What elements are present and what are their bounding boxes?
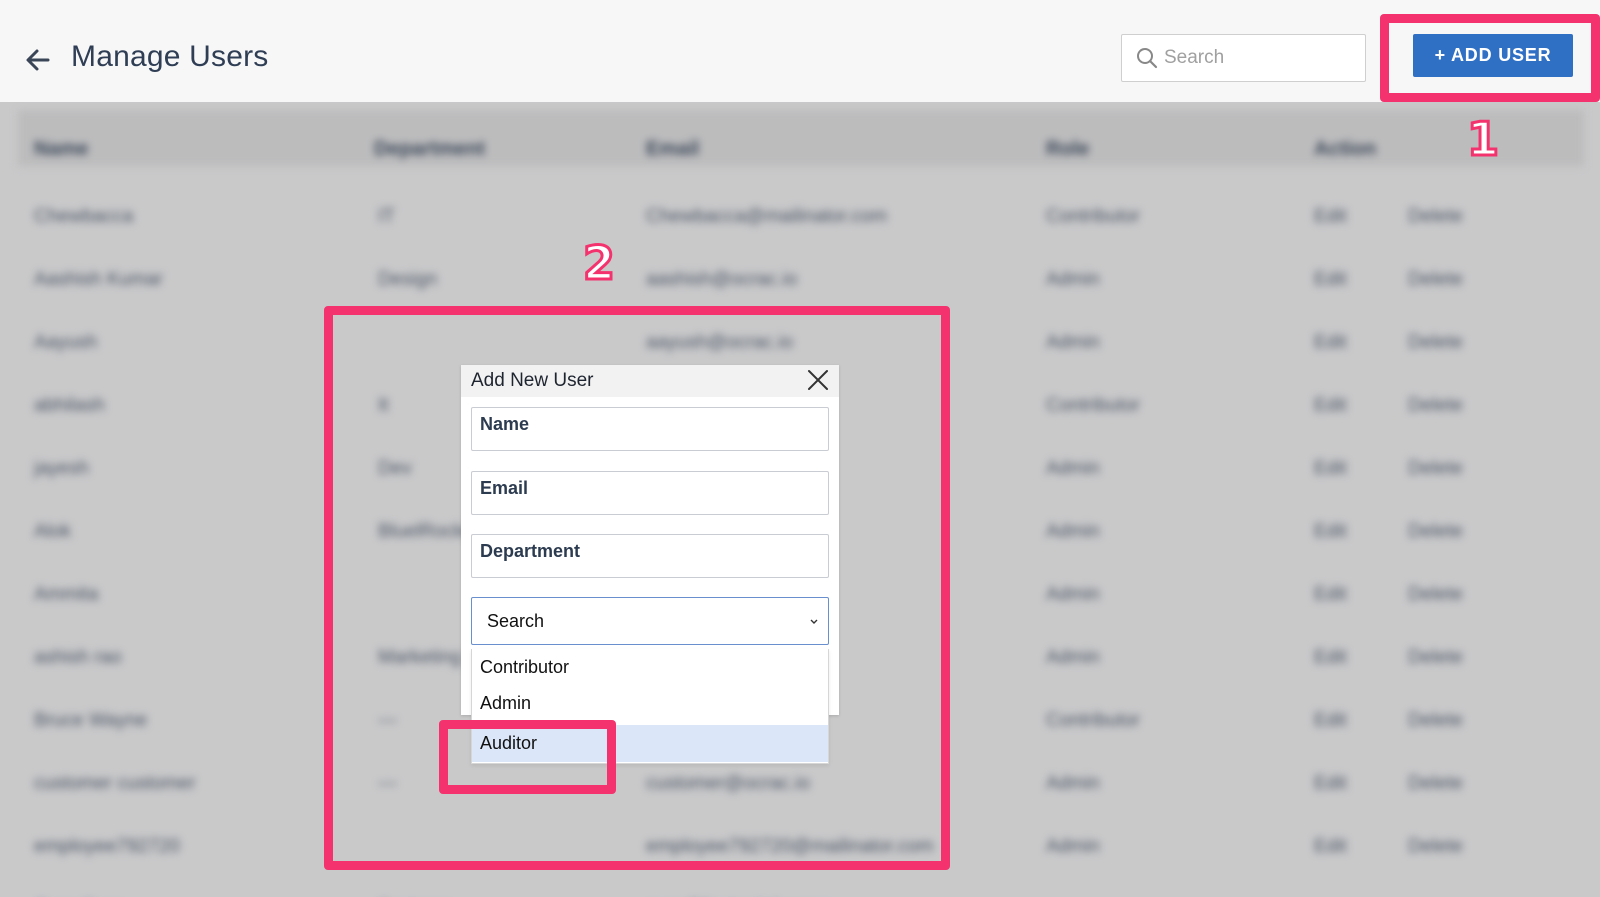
- cell-name: ashish rao: [34, 647, 122, 668]
- cell-role: Admin: [1046, 584, 1100, 605]
- cell-edit[interactable]: Edit: [1314, 836, 1347, 858]
- cell-role: Admin: [1046, 332, 1100, 353]
- annotation-label-1: 1: [1465, 111, 1500, 168]
- annotation-label-2: 2: [581, 235, 616, 292]
- cell-name: abhilash: [34, 395, 105, 416]
- cell-name: Aashish Kumar: [34, 269, 163, 290]
- cell-edit[interactable]: Edit: [1314, 773, 1347, 795]
- search-input[interactable]: [1164, 43, 1354, 73]
- page-title: Manage Users: [71, 40, 269, 73]
- search-icon: [1137, 48, 1158, 69]
- table-row: Aashish Kumar Design aashish@ocrac.io Admin…: [18, 249, 1584, 309]
- cell-name: Ammita: [34, 584, 99, 605]
- cell-role: Admin: [1046, 269, 1100, 290]
- cell-edit[interactable]: Edit: [1314, 269, 1347, 291]
- cell-del[interactable]: Delete: [1408, 521, 1463, 543]
- cell-edit[interactable]: Edit: [1314, 206, 1347, 228]
- cell-name: Bruce Wayne: [34, 710, 148, 731]
- cell-name: customer customer: [34, 773, 196, 794]
- cell-dept: Design: [378, 269, 438, 290]
- cell-del[interactable]: Delete: [1408, 458, 1463, 480]
- cell-edit[interactable]: Edit: [1314, 647, 1347, 669]
- cell-edit[interactable]: Edit: [1314, 710, 1347, 732]
- cell-role: Contributor: [1046, 395, 1140, 416]
- cell-name: Chewbacca: [34, 206, 134, 227]
- cell-del[interactable]: Delete: [1408, 647, 1463, 669]
- table-row: Guru GuruSystemsguru@fantasticlo.com: [18, 879, 1584, 897]
- cell-del[interactable]: Delete: [1408, 269, 1463, 291]
- col-name: Name: [34, 138, 89, 160]
- cell-name: Aayush: [34, 332, 98, 353]
- cell-name: employee792720: [34, 836, 180, 857]
- cell-del[interactable]: Delete: [1408, 710, 1463, 732]
- cell-edit[interactable]: Edit: [1314, 584, 1347, 606]
- cell-del[interactable]: Delete: [1408, 584, 1463, 606]
- cell-role: Admin: [1046, 647, 1100, 668]
- cell-role: Admin: [1046, 836, 1100, 857]
- cell-edit[interactable]: Edit: [1314, 395, 1347, 417]
- cell-email: Chewbacca@mailinator.com: [646, 206, 888, 227]
- col-email: Email: [646, 138, 700, 160]
- cell-edit[interactable]: Edit: [1314, 332, 1347, 354]
- cell-name: Alok: [34, 521, 71, 542]
- annotation-box-modal: [324, 306, 950, 870]
- annotation-box-add-user: [1380, 14, 1600, 102]
- page-header: Manage Users + ADD USER: [0, 0, 1600, 102]
- cell-edit[interactable]: Edit: [1314, 458, 1347, 480]
- cell-del[interactable]: Delete: [1408, 773, 1463, 795]
- cell-role: Contributor: [1046, 206, 1140, 227]
- col-department: Department: [374, 138, 486, 160]
- search-box[interactable]: [1121, 34, 1366, 82]
- table-header: Name Department Email Role Action: [18, 110, 1584, 166]
- cell-name: jayesh: [34, 458, 89, 479]
- col-role: Role: [1046, 138, 1090, 160]
- cell-del[interactable]: Delete: [1408, 206, 1463, 228]
- annotation-box-auditor: [439, 720, 616, 794]
- table-row: Chewbacca IT Chewbacca@mailinator.com Contr…: [18, 186, 1584, 246]
- cell-del[interactable]: Delete: [1408, 836, 1463, 858]
- back-arrow-icon[interactable]: [24, 46, 52, 74]
- cell-dept: IT: [378, 206, 395, 227]
- cell-del[interactable]: Delete: [1408, 395, 1463, 417]
- cell-role: Admin: [1046, 458, 1100, 479]
- cell-role: Admin: [1046, 521, 1100, 542]
- cell-email: aashish@ocrac.io: [646, 269, 798, 290]
- cell-del[interactable]: Delete: [1408, 332, 1463, 354]
- cell-role: Contributor: [1046, 710, 1140, 731]
- cell-role: Admin: [1046, 773, 1100, 794]
- col-action: Action: [1314, 138, 1377, 160]
- cell-edit[interactable]: Edit: [1314, 521, 1347, 543]
